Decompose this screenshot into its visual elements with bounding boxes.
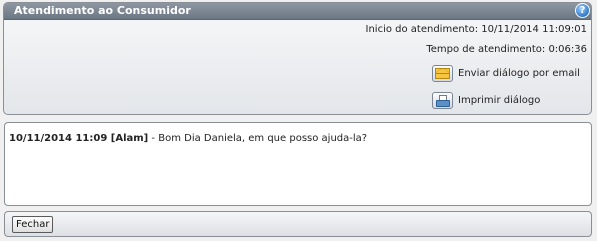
help-globe-icon[interactable]: ?	[575, 3, 590, 18]
message-separator: -	[148, 133, 159, 144]
footer-bar: Fechar	[4, 211, 592, 237]
message-meta: 10/11/2014 11:09 [Alam]	[9, 133, 149, 144]
chat-message: 10/11/2014 11:09 [Alam] - Bom Dia Daniel…	[9, 133, 587, 144]
session-panel: Atendimento ao Consumidor ? Inicio do at…	[3, 2, 592, 115]
chat-transcript[interactable]: 10/11/2014 11:09 [Alam] - Bom Dia Daniel…	[4, 122, 592, 206]
email-dialog-label: Enviar diálogo por email	[458, 68, 580, 79]
print-dialog-button[interactable]: Imprimir diálogo	[432, 92, 540, 109]
duration-label: Tempo de atendimento: 0:06:36	[426, 44, 587, 55]
panel-title: Atendimento ao Consumidor	[14, 4, 191, 17]
message-text: Bom Dia Daniela, em que posso ajuda-la?	[158, 133, 368, 144]
panel-titlebar: Atendimento ao Consumidor ?	[4, 3, 591, 20]
close-button[interactable]: Fechar	[12, 216, 54, 233]
envelope-icon	[432, 65, 453, 82]
print-dialog-label: Imprimir diálogo	[458, 95, 541, 106]
email-dialog-button[interactable]: Enviar diálogo por email	[432, 65, 580, 82]
printer-icon	[432, 92, 453, 109]
start-time-label: Inicio do atendimento: 10/11/2014 11:09:…	[365, 24, 588, 35]
